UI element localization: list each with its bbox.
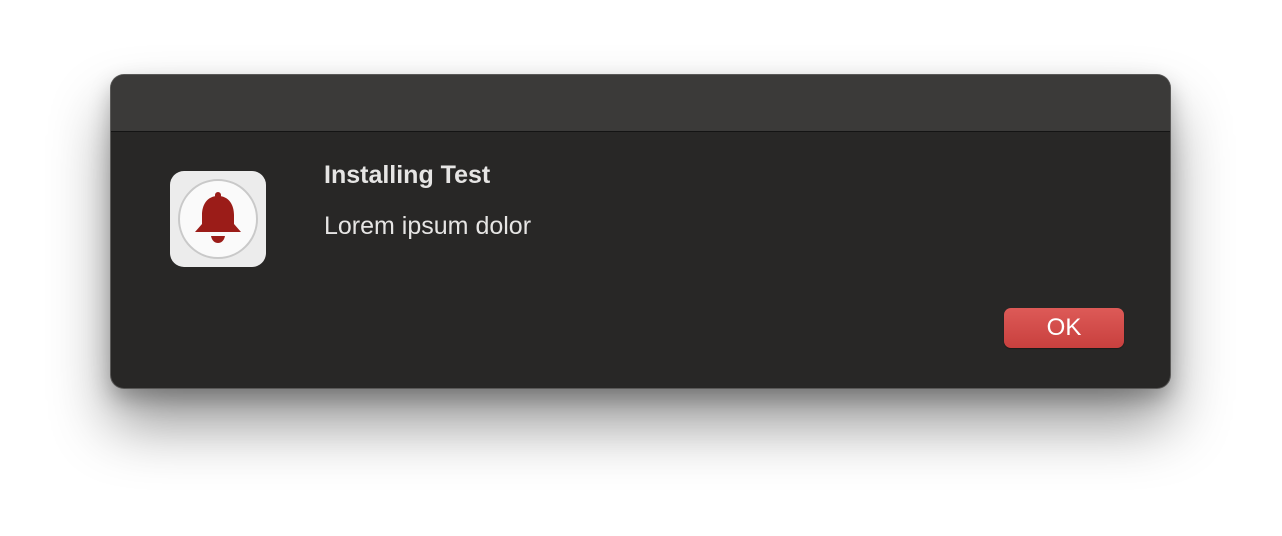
bell-icon	[195, 192, 241, 243]
app-icon	[170, 171, 266, 267]
dialog-titlebar[interactable]	[111, 75, 1170, 132]
dialog-title: Installing Test	[324, 161, 491, 189]
dialog-message: Lorem ipsum dolor	[324, 212, 532, 240]
alert-dialog: Installing Test Lorem ipsum dolor OK	[111, 75, 1170, 388]
ok-button[interactable]: OK	[1004, 308, 1124, 348]
desktop-background: Installing Test Lorem ipsum dolor OK	[0, 0, 1282, 536]
